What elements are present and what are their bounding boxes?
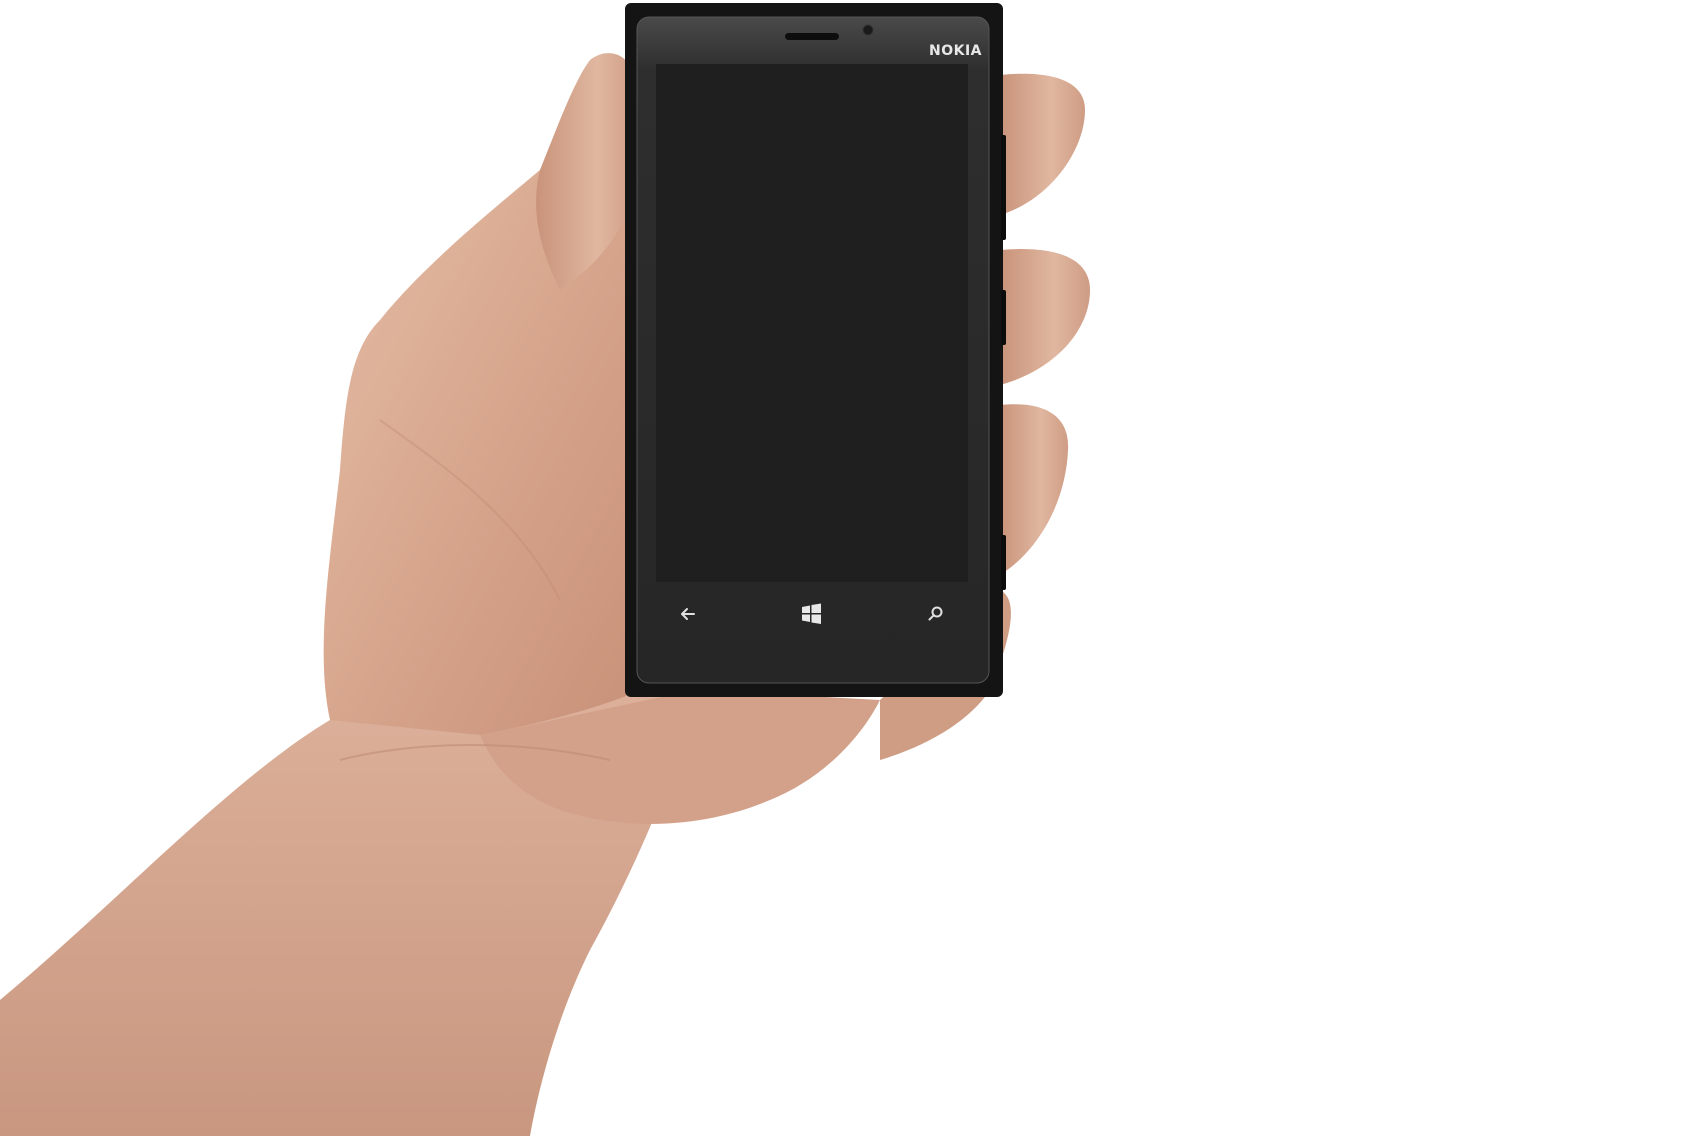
phone-screen[interactable] — [656, 64, 968, 582]
middle-finger — [1000, 249, 1090, 385]
earpiece — [785, 33, 839, 40]
phone-brand-logo: NOKIA — [928, 43, 982, 59]
photo-scene: NOKIA — [0, 0, 1703, 1136]
power-button[interactable] — [1001, 290, 1006, 345]
index-finger — [1000, 73, 1085, 215]
front-camera — [862, 24, 874, 36]
ring-finger — [1000, 404, 1069, 575]
volume-button[interactable] — [1001, 135, 1006, 240]
scene-illustration — [0, 3, 1090, 1136]
camera-button[interactable] — [1001, 535, 1006, 590]
